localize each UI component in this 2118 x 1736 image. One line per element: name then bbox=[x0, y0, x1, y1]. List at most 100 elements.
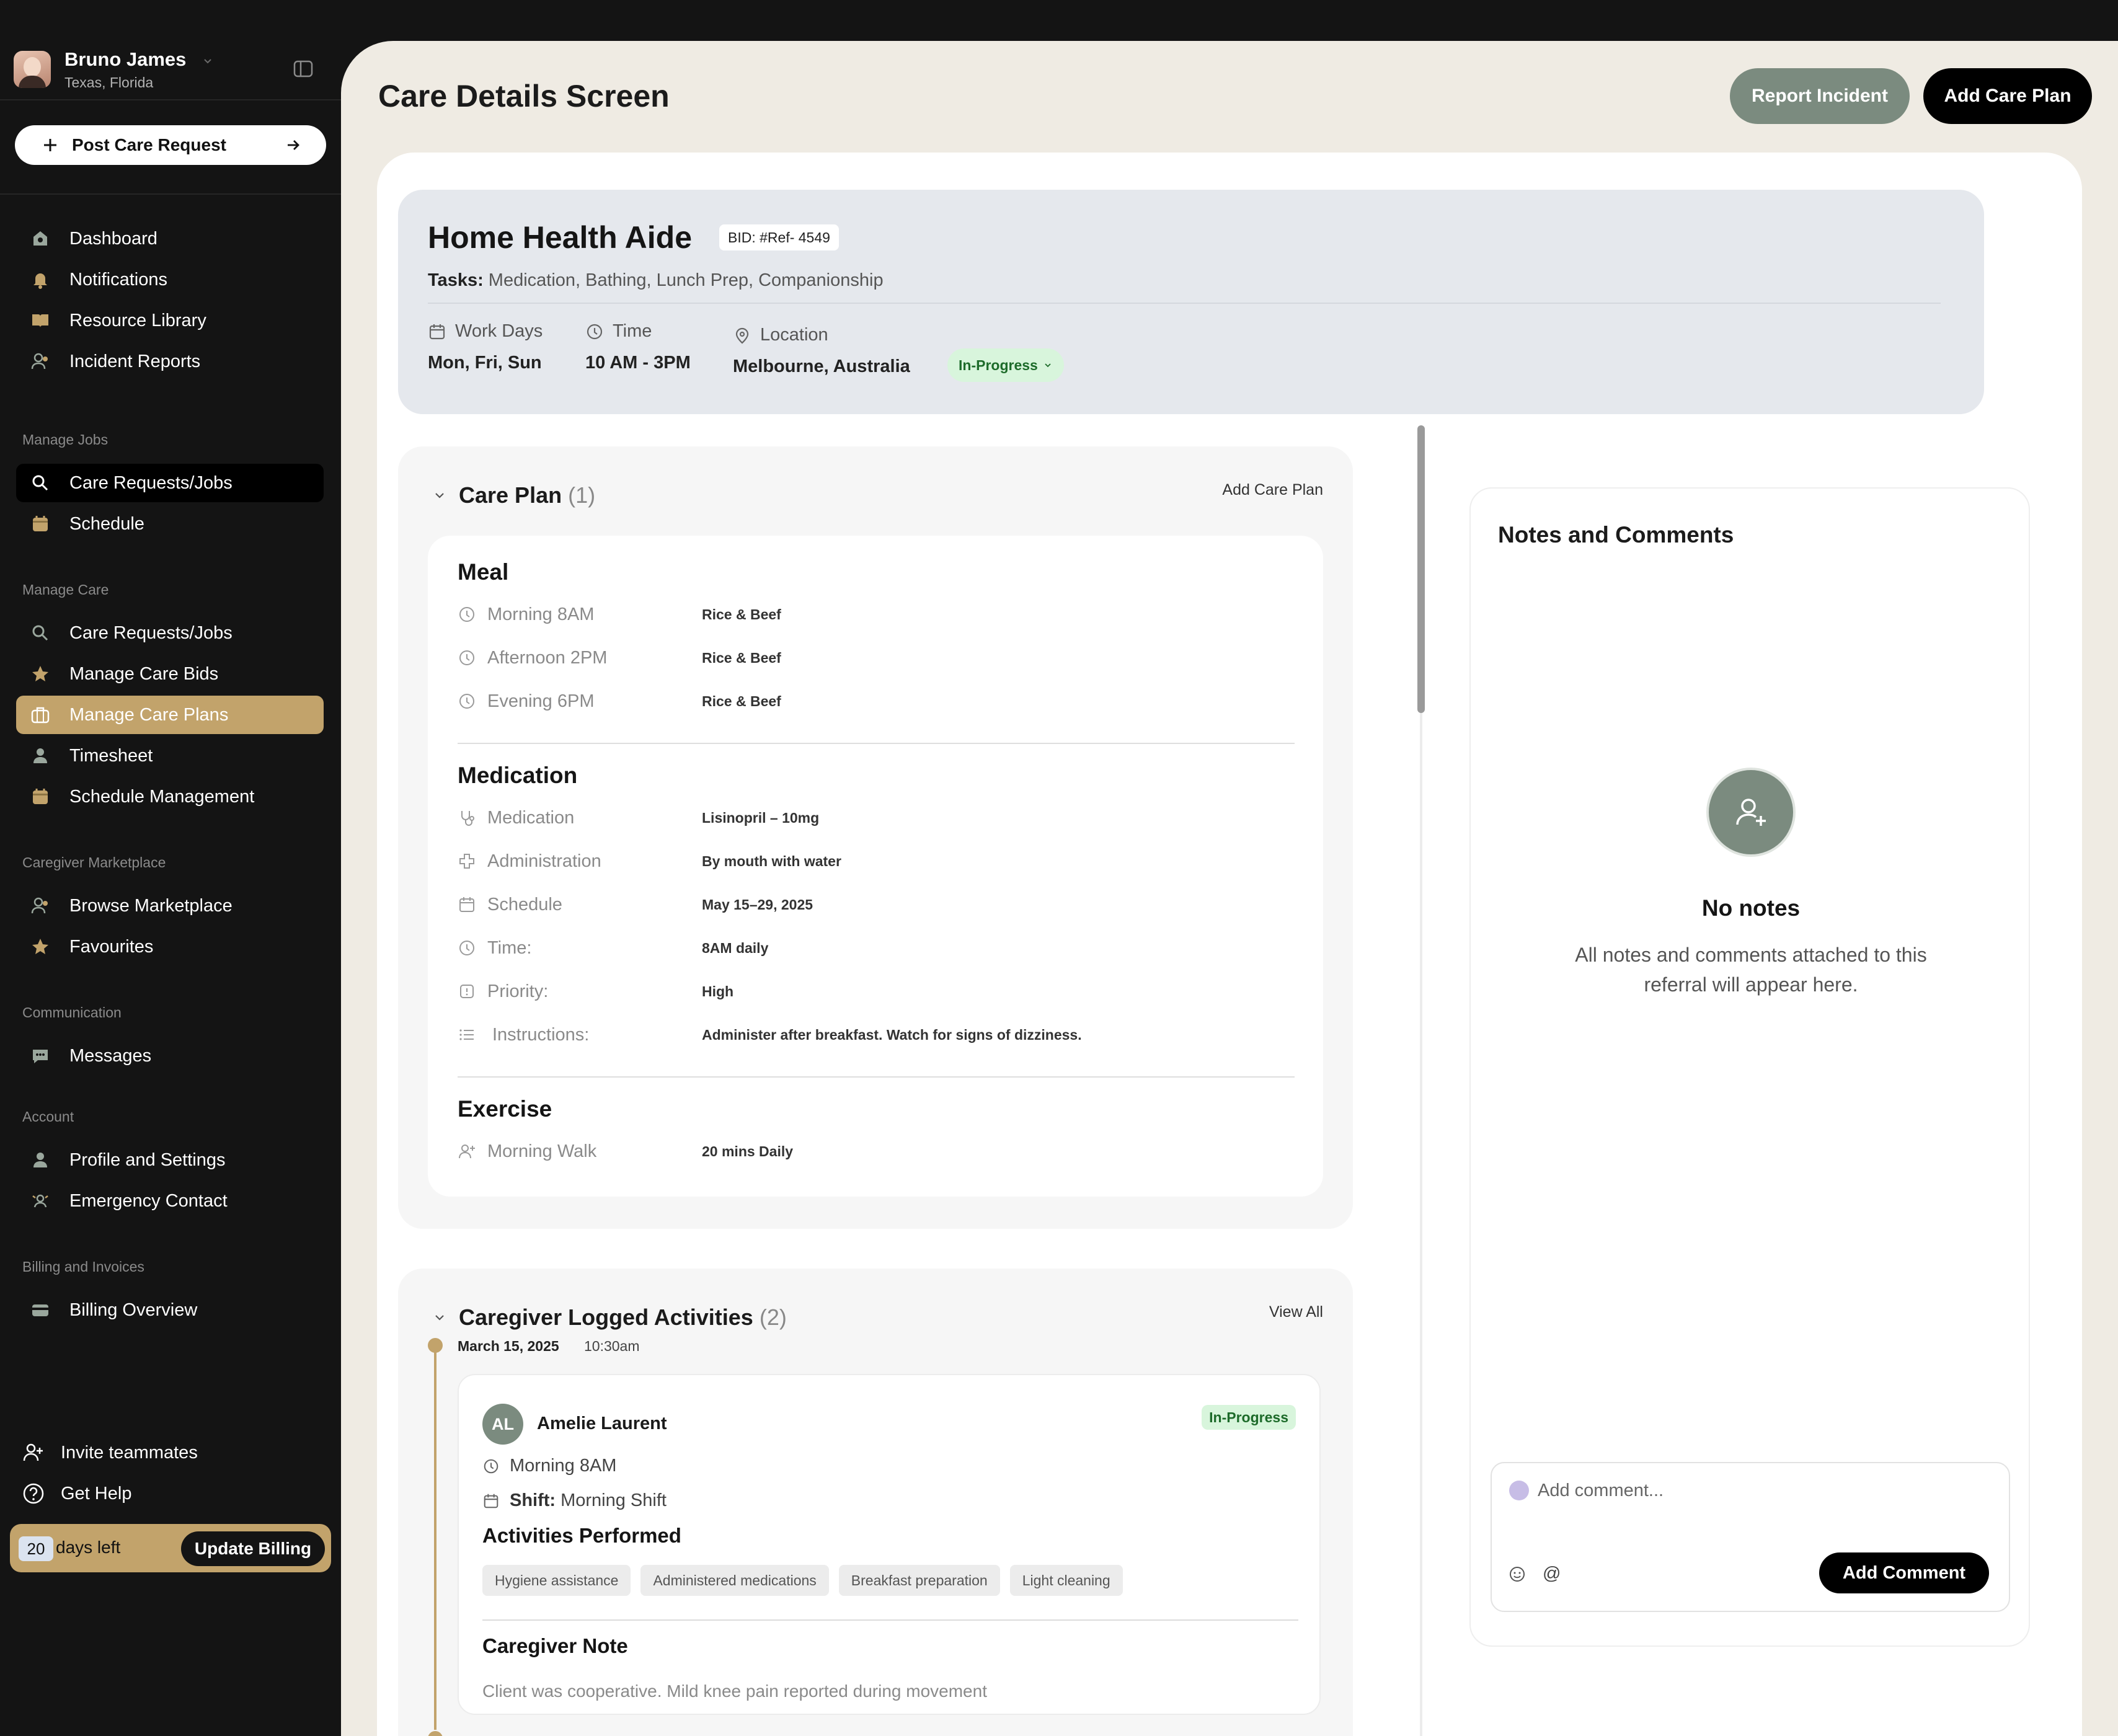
clock-icon bbox=[482, 1458, 510, 1475]
calendar-icon bbox=[30, 786, 51, 807]
medication-row: Medication Lisinopril – 10mg bbox=[458, 805, 1295, 830]
sidebar-item-label: Manage Care Bids bbox=[69, 663, 219, 684]
commenter-avatar bbox=[1509, 1481, 1529, 1500]
chevron-down-icon[interactable] bbox=[433, 1311, 446, 1324]
time-value: 10 AM - 3PM bbox=[585, 353, 691, 373]
caregiver-note-title: Caregiver Note bbox=[482, 1634, 628, 1657]
sidebar-item-label: Browse Marketplace bbox=[69, 895, 233, 916]
medication-row: Priority: High bbox=[458, 979, 1295, 1004]
list-icon bbox=[458, 1025, 479, 1044]
sidebar-item-notifications[interactable]: Notifications bbox=[16, 260, 324, 299]
user-profile[interactable]: Bruno James Texas, Florida bbox=[14, 48, 324, 95]
activity-chip: Light cleaning bbox=[1009, 1565, 1123, 1596]
medication-row: Time: 8AM daily bbox=[458, 936, 1295, 960]
sidebar-item-billing-overview[interactable]: Billing Overview bbox=[16, 1291, 324, 1329]
sidebar-item-browse-marketplace[interactable]: Browse Marketplace bbox=[16, 887, 324, 925]
user-icon bbox=[30, 745, 51, 766]
post-care-request-button[interactable]: Post Care Request bbox=[15, 125, 326, 165]
sidebar-item-label: Billing Overview bbox=[69, 1300, 198, 1320]
care-plan-header[interactable]: Care Plan (1) bbox=[433, 482, 595, 508]
sidebar-item-label: Resource Library bbox=[69, 310, 206, 330]
shift-label: Shift: bbox=[510, 1490, 556, 1510]
sidebar-item-emergency-contact[interactable]: Emergency Contact bbox=[16, 1182, 324, 1220]
invite-teammates-link[interactable]: Invite teammates bbox=[22, 1437, 198, 1468]
sidebar-item-resource-library[interactable]: Resource Library bbox=[16, 301, 324, 340]
user-location: Texas, Florida bbox=[64, 74, 154, 91]
row-value: High bbox=[702, 983, 734, 999]
notes-title: Notes and Comments bbox=[1498, 522, 1734, 547]
job-tasks: Tasks: Medication, Bathing, Lunch Prep, … bbox=[428, 270, 884, 291]
timeline-dot bbox=[428, 1338, 443, 1353]
sidebar-item-label: Emergency Contact bbox=[69, 1190, 228, 1211]
sidebar-item-schedule[interactable]: Schedule bbox=[16, 505, 324, 543]
activity-time: 10:30am bbox=[584, 1338, 640, 1354]
avatar bbox=[14, 51, 51, 88]
row-label: Administration bbox=[487, 851, 601, 871]
post-care-request-label: Post Care Request bbox=[72, 135, 226, 154]
activities-title: Caregiver Logged Activities bbox=[459, 1304, 753, 1330]
caregiver-name: Amelie Laurent bbox=[537, 1414, 667, 1433]
sidebar: Bruno James Texas, Florida Post Care Req… bbox=[0, 0, 341, 1736]
sidebar-item-label: Profile and Settings bbox=[69, 1149, 226, 1170]
sidebar-item-manage-care-plans[interactable]: Manage Care Plans bbox=[16, 696, 324, 734]
medication-title: Medication bbox=[458, 763, 578, 788]
scrollbar-thumb[interactable] bbox=[1417, 425, 1425, 713]
medication-row: Administration By mouth with water bbox=[458, 849, 1295, 874]
empty-state-description: All notes and comments attached to this … bbox=[1575, 944, 1927, 996]
add-care-plan-button[interactable]: Add Care Plan bbox=[1923, 68, 2092, 124]
sidebar-item-dashboard[interactable]: Dashboard bbox=[16, 219, 324, 258]
activity-chips: Hygiene assistance Administered medicati… bbox=[482, 1565, 1123, 1596]
sidebar-toggle-icon[interactable] bbox=[293, 58, 314, 79]
comment-input[interactable] bbox=[1538, 1477, 1972, 1504]
sidebar-item-label: Care Requests/Jobs bbox=[69, 472, 233, 493]
sidebar-item-incident-reports[interactable]: Incident Reports bbox=[16, 342, 324, 381]
activity-chip: Hygiene assistance bbox=[482, 1565, 631, 1596]
sidebar-item-timesheet[interactable]: Timesheet bbox=[16, 737, 324, 775]
mention-icon[interactable]: @ bbox=[1543, 1564, 1561, 1584]
sidebar-item-messages[interactable]: Messages bbox=[16, 1037, 324, 1075]
emoji-icon[interactable] bbox=[1508, 1565, 1526, 1583]
add-user-icon bbox=[1706, 768, 1796, 857]
add-comment-button[interactable]: Add Comment bbox=[1819, 1552, 1989, 1593]
row-value: 8AM daily bbox=[702, 939, 769, 956]
activity-card: AL Amelie Laurent In-Progress Morning 8A… bbox=[458, 1374, 1321, 1715]
update-billing-button[interactable]: Update Billing bbox=[181, 1531, 325, 1566]
main-area: Care Details Screen Report Incident Add … bbox=[341, 41, 2118, 1736]
chevron-down-icon[interactable] bbox=[433, 489, 446, 502]
sidebar-item-care-requests-jobs[interactable]: Care Requests/Jobs bbox=[16, 464, 324, 502]
add-care-plan-link[interactable]: Add Care Plan bbox=[1222, 481, 1323, 499]
chat-icon bbox=[30, 1045, 51, 1066]
user-plus-icon bbox=[22, 1442, 45, 1464]
timeline-line bbox=[434, 1348, 436, 1730]
activities-header[interactable]: Caregiver Logged Activities (2) bbox=[433, 1304, 787, 1331]
calendar-icon bbox=[428, 322, 455, 341]
activity-chip: Breakfast preparation bbox=[838, 1565, 1000, 1596]
status-dropdown[interactable]: In-Progress bbox=[947, 348, 1064, 382]
sidebar-item-favourites[interactable]: Favourites bbox=[16, 928, 324, 966]
row-label: Priority: bbox=[487, 981, 549, 1001]
sidebar-item-manage-care-bids[interactable]: Manage Care Bids bbox=[16, 655, 324, 693]
row-value: May 15–29, 2025 bbox=[702, 896, 813, 913]
caregiver-activities-panel: Caregiver Logged Activities (2) View All… bbox=[398, 1269, 1353, 1736]
section-label-billing: Billing and Invoices bbox=[22, 1259, 144, 1275]
exercise-row: Morning Walk 20 mins Daily bbox=[458, 1139, 1295, 1164]
timeline-dot bbox=[428, 1731, 443, 1736]
activity-date: March 15, 2025 bbox=[458, 1338, 559, 1354]
briefcase-icon bbox=[30, 704, 51, 725]
view-all-link[interactable]: View All bbox=[1269, 1303, 1323, 1321]
star-icon bbox=[30, 663, 51, 684]
report-incident-button[interactable]: Report Incident bbox=[1730, 68, 1910, 124]
sidebar-item-schedule-management[interactable]: Schedule Management bbox=[16, 777, 324, 816]
tasks-value: Medication, Bathing, Lunch Prep, Compani… bbox=[488, 270, 884, 290]
chevron-down-icon[interactable] bbox=[203, 56, 213, 66]
sidebar-item-profile-settings[interactable]: Profile and Settings bbox=[16, 1141, 324, 1179]
sidebar-item-label: Dashboard bbox=[69, 228, 157, 249]
row-value: Rice & Beef bbox=[702, 693, 781, 709]
meal-title: Meal bbox=[458, 559, 509, 585]
shift-value: Morning Shift bbox=[561, 1490, 667, 1510]
user-plus-icon bbox=[458, 1142, 479, 1161]
get-help-link[interactable]: Get Help bbox=[22, 1478, 131, 1509]
sidebar-item-care-requests-jobs-2[interactable]: Care Requests/Jobs bbox=[16, 614, 324, 652]
section-label-marketplace: Caregiver Marketplace bbox=[22, 854, 166, 870]
row-label: Medication bbox=[487, 807, 575, 828]
